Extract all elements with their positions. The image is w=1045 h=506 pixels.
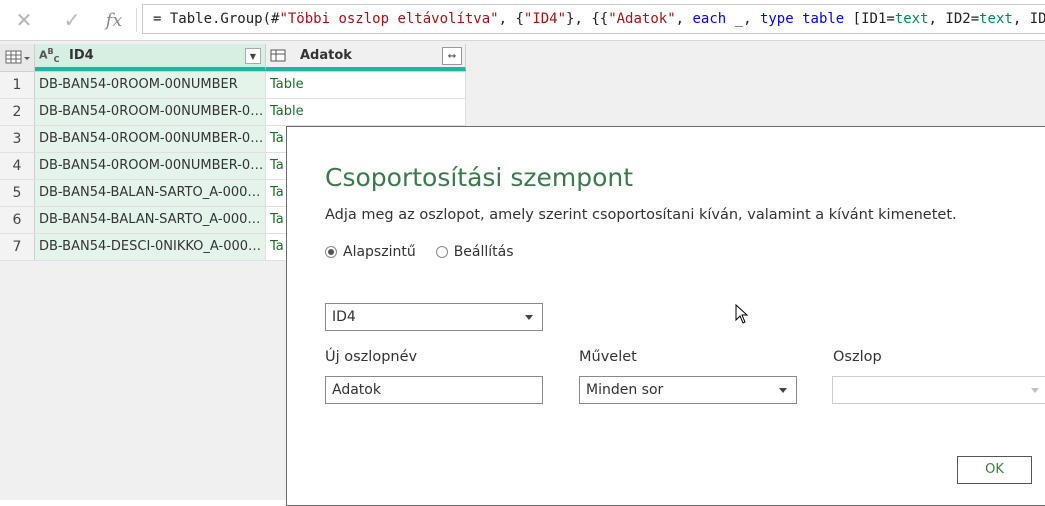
radio-advanced[interactable] [435, 246, 448, 258]
check-icon[interactable]: ✓ [58, 6, 86, 34]
radio-basic-label[interactable]: Alapszintű [343, 244, 416, 260]
formula-token: "Többi oszlop eltávolítva" [279, 11, 499, 27]
row-number[interactable]: 7 [0, 234, 35, 260]
formula-token: "Adatok" [608, 11, 676, 27]
formula-token: = Table.Group(# [153, 11, 280, 27]
column-header-label: Adatok [300, 48, 352, 63]
cell-id4[interactable]: DB-BAN54-0ROOM-00NUMBER [35, 72, 266, 98]
chevron-down-icon [779, 388, 787, 393]
row-number[interactable]: 1 [0, 72, 35, 98]
table-row[interactable]: 2 DB-BAN54-0ROOM-00NUMBER-00... Table [0, 99, 466, 126]
operation-value: Minden sor [586, 382, 664, 398]
radio-selected-dot [328, 249, 334, 255]
formula-token: text [979, 11, 1013, 27]
formula-token: table [802, 11, 845, 27]
table-icon[interactable] [270, 49, 292, 63]
formula-token: each [692, 11, 727, 27]
column-label: Oszlop [833, 349, 882, 365]
text-type-icon[interactable]: ABC [39, 47, 61, 64]
formula-token: , [675, 11, 693, 27]
operation-select[interactable]: Minden sor [579, 376, 797, 404]
column-header-adatok[interactable]: Adatok ⇿ [266, 44, 466, 71]
cell-adatok[interactable]: Table [266, 99, 466, 125]
table-row[interactable]: 1 DB-BAN54-0ROOM-00NUMBER Table [0, 72, 466, 99]
column-header-label: ID4 [69, 48, 94, 63]
cell-id4[interactable]: DB-BAN54-BALAN-SARTO_A-000014 [35, 207, 266, 233]
radio-basic[interactable] [325, 246, 337, 258]
radio-advanced-label[interactable]: Beállítás [454, 244, 514, 260]
row-number[interactable]: 4 [0, 153, 35, 179]
row-number[interactable]: 2 [0, 99, 35, 125]
row-number[interactable]: 5 [0, 180, 35, 206]
divider [136, 8, 137, 32]
group-by-value: ID4 [332, 309, 356, 325]
formula-token: [ID1= [844, 11, 895, 27]
new-column-label: Új oszlopnév [325, 349, 418, 365]
expand-icon[interactable]: ⇿ [442, 47, 462, 65]
mode-radio-group: Alapszintű Beállítás [325, 244, 534, 260]
column-header-id4[interactable]: ABC ID4 ▼ [35, 44, 266, 71]
chevron-down-icon[interactable]: ▼ [245, 48, 261, 64]
column-select[interactable] [832, 376, 1045, 404]
chevron-down-icon [525, 315, 533, 320]
fx-icon[interactable]: fx [100, 6, 128, 34]
formula-token: _, [726, 11, 760, 27]
formula-input[interactable]: = Table.Group(#"Többi oszlop eltávolítva… [142, 4, 1045, 34]
grid-header: ABC ID4 ▼ Adatok ⇿ [0, 44, 466, 72]
mouse-cursor-icon [735, 304, 749, 324]
formula-bar: ✕ ✓ fx = Table.Group(#"Többi oszlop eltá… [0, 0, 1045, 41]
formula-token: , ID3= [1012, 11, 1045, 27]
formula-token: "ID4" [523, 11, 567, 27]
ok-button[interactable]: OK [957, 456, 1032, 484]
cell-id4[interactable]: DB-BAN54-0ROOM-00NUMBER-00... [35, 126, 266, 152]
formula-token: , { [498, 11, 524, 27]
cell-id4[interactable]: DB-BAN54-DESCI-0NIKKO_A-000046 [35, 234, 266, 260]
new-column-name-input[interactable]: Adatok [325, 376, 543, 404]
cell-id4[interactable]: DB-BAN54-0ROOM-00NUMBER-00... [35, 99, 266, 125]
cell-id4[interactable]: DB-BAN54-0ROOM-00NUMBER-00... [35, 153, 266, 179]
row-number[interactable]: 3 [0, 126, 35, 152]
close-icon[interactable]: ✕ [10, 6, 38, 34]
formula-token: , ID2= [928, 11, 980, 27]
dialog-description: Adja meg az oszlopot, amely szerint csop… [325, 207, 957, 223]
cell-id4[interactable]: DB-BAN54-BALAN-SARTO_A-000013 [35, 180, 266, 206]
formula-token: }, {{ [566, 11, 609, 27]
cell-adatok[interactable]: Table [266, 72, 466, 98]
operation-label: Művelet [579, 349, 637, 365]
dialog-title: Csoportosítási szempont [325, 163, 634, 192]
row-number[interactable]: 6 [0, 207, 35, 233]
formula-token: type [759, 11, 794, 27]
group-by-select[interactable]: ID4 [325, 303, 543, 331]
table-icon [5, 50, 30, 64]
group-by-dialog: Csoportosítási szempont Adja meg az oszl… [286, 126, 1045, 506]
table-menu-button[interactable] [0, 44, 35, 71]
formula-token [794, 11, 802, 27]
formula-token: text [894, 11, 929, 27]
chevron-down-icon [1031, 388, 1039, 393]
